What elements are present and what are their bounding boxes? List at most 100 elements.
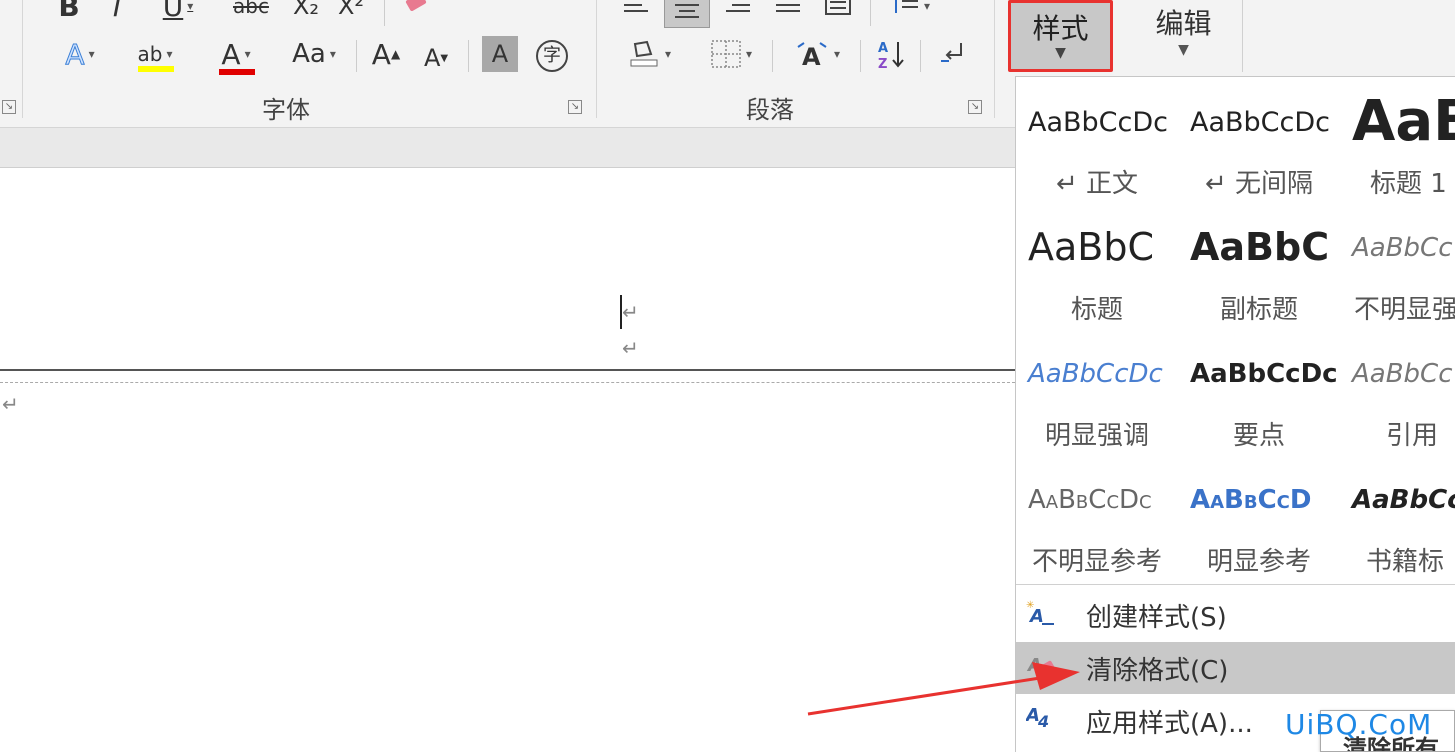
font-color-bar [219, 68, 256, 75]
clear-formatting-eraser-icon[interactable] [396, 0, 436, 26]
chevron-down-icon: ▾ [833, 47, 841, 61]
paragraph-mark: ↵ [622, 336, 639, 360]
chevron-down-icon: ▾ [745, 47, 753, 61]
character-shading-button[interactable]: A [482, 36, 518, 72]
create-style-label: 创建样式(S) [1086, 602, 1227, 633]
styles-gallery: AaBbCcDc ↵ 正文 AaBbCcDc ↵ 无间隔 AaB 标题 1 Aa… [1015, 76, 1455, 752]
watermark: UiBQ.CoM [1285, 708, 1433, 741]
paragraph-mark: ↵ [622, 300, 639, 324]
document-page[interactable]: ↵ ↵ ↵ [0, 168, 1015, 752]
style-tile-intense-reference[interactable]: AaBbCcD 明显参考 [1178, 455, 1340, 581]
chevron-down-icon: ▾ [187, 0, 194, 13]
toolbar-separator [870, 0, 871, 26]
chevron-down-icon: ▾ [166, 47, 173, 61]
underline-button[interactable]: U ▾ [150, 0, 206, 26]
paragraph-dialog-launcher-icon[interactable]: ↘ [968, 100, 982, 114]
style-tile-no-spacing[interactable]: AaBbCcDc ↵ 无间隔 [1178, 77, 1340, 203]
styles-button[interactable]: 样式 ▼ [1008, 0, 1113, 72]
style-tile-subtitle[interactable]: AaBbC 副标题 [1178, 203, 1340, 329]
style-tile-title[interactable]: AaBbC 标题 [1016, 203, 1178, 329]
borders-icon[interactable]: ▾ [696, 34, 766, 74]
style-name: 要点 [1232, 421, 1285, 451]
chevron-down-icon: ▾ [329, 47, 336, 61]
chevron-down-icon: ▾ [923, 0, 931, 13]
svg-text:A: A [802, 43, 821, 69]
show-marks-icon[interactable] [930, 34, 974, 74]
highlight-button[interactable]: ab ▾ [120, 34, 190, 74]
align-left-icon[interactable] [618, 0, 654, 26]
style-tile-strong[interactable]: AaBbCcDc 要点 [1178, 329, 1340, 455]
strikethrough-label: abc [233, 0, 269, 18]
superscript-label: X² [337, 0, 365, 20]
style-sample: AaBbCcDc [1190, 107, 1331, 138]
clear-formatting-icon: A [1026, 651, 1074, 685]
font-dialog-launcher-icon[interactable]: ↘ [568, 100, 582, 114]
style-tile-heading-1[interactable]: AaB 标题 1 [1340, 77, 1455, 203]
chevron-down-icon: ▼ [1178, 42, 1189, 58]
style-tile-intense-emphasis[interactable]: AaBbCcDc 明显强调 [1016, 329, 1178, 455]
italic-button[interactable]: I [102, 0, 132, 26]
toolbar-separator [468, 40, 469, 72]
text-effects-button[interactable]: A ▾ [50, 34, 110, 74]
style-name: 不明显强 [1354, 295, 1455, 325]
line-spacing-icon[interactable]: ▾ [878, 0, 942, 26]
grow-font-button[interactable]: A ▲ [366, 34, 406, 74]
font-color-button[interactable]: A ▾ [200, 34, 272, 75]
justify-icon[interactable] [770, 0, 806, 26]
style-sample: AaBbC [1190, 225, 1330, 269]
dialog-launcher-icon[interactable]: ↘ [2, 100, 16, 114]
style-tile-subtle-emphasis[interactable]: AaBbCc 不明显强 [1340, 203, 1455, 329]
text-direction-icon[interactable]: A ▾ [782, 34, 852, 74]
style-name: 标题 [1070, 295, 1123, 325]
style-name: 副标题 [1219, 295, 1298, 325]
toolbar-separator [920, 40, 921, 72]
change-case-button[interactable]: Aa ▾ [282, 34, 346, 74]
style-sample: AaBbCcDc [1028, 107, 1169, 138]
italic-label: I [112, 0, 122, 23]
svg-text:A: A [878, 41, 888, 56]
clear-formatting-menu-item[interactable]: A 清除格式(C) [1016, 642, 1455, 694]
shrink-font-button[interactable]: A ▼ [418, 38, 454, 78]
group-separator [994, 0, 995, 118]
bold-button[interactable]: B [52, 0, 86, 26]
create-style-menu-item[interactable]: ✳ A 创建样式(S) [1016, 589, 1455, 641]
sort-icon[interactable]: AZ [870, 34, 914, 74]
align-right-icon[interactable] [720, 0, 756, 26]
style-tile-normal[interactable]: AaBbCcDc ↵ 正文 [1016, 77, 1178, 203]
create-style-icon: ✳ A [1026, 598, 1074, 632]
enclose-character-button[interactable]: 字 [532, 36, 572, 76]
style-sample: AaBbCcD [1190, 485, 1312, 515]
subscript-button[interactable]: X₂ [284, 0, 328, 26]
enclose-character-icon: 字 [536, 40, 568, 72]
distributed-align-icon[interactable] [820, 0, 856, 26]
chevron-down-icon: ▾ [88, 47, 95, 61]
chevron-down-icon: ▾ [664, 47, 672, 61]
align-center-icon[interactable] [664, 0, 710, 28]
edit-button[interactable]: 编辑 ▼ [1125, 0, 1243, 72]
style-tile-subtle-reference[interactable]: AaBbCcDc 不明显参考 [1016, 455, 1178, 581]
style-tile-quote[interactable]: AaBbCc 引用 [1340, 329, 1455, 455]
chevron-down-icon: ▼ [1055, 45, 1066, 61]
clear-formatting-label: 清除格式(C) [1086, 655, 1229, 686]
style-sample: AaBbCc [1352, 359, 1453, 389]
gallery-divider [1016, 584, 1455, 585]
header-footer-separator [0, 382, 1015, 383]
text-effects-label: A [65, 37, 85, 71]
grow-font-label: A [371, 37, 391, 71]
style-sample: AaBbCcDc [1028, 359, 1163, 389]
toolbar-separator [772, 40, 773, 72]
style-tile-book-title[interactable]: AaBbCc 书籍标 [1340, 455, 1455, 581]
shading-icon[interactable]: ▾ [614, 34, 684, 74]
font-group-label: 字体 [262, 96, 310, 124]
font-color-label: A [221, 37, 241, 71]
highlight-icon: ab [137, 42, 174, 72]
paragraph-group-label: 段落 [746, 96, 794, 124]
superscript-button[interactable]: X² [334, 0, 368, 26]
svg-text:4: 4 [1037, 712, 1049, 731]
strikethrough-button[interactable]: abc [226, 0, 276, 26]
toolbar-separator [860, 40, 861, 72]
style-sample: AaBbCcDc [1190, 359, 1338, 389]
style-name: 明显参考 [1206, 547, 1311, 577]
apply-style-label: 应用样式(A)... [1086, 708, 1253, 739]
highlight-label: ab [137, 42, 163, 66]
